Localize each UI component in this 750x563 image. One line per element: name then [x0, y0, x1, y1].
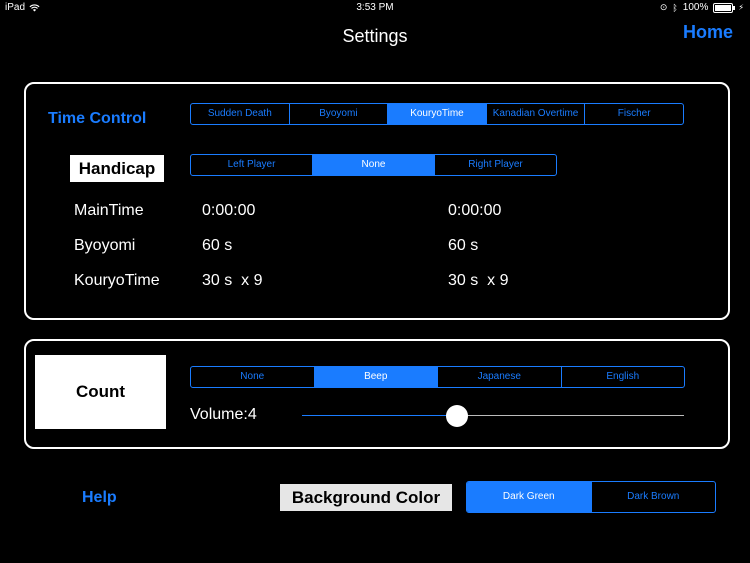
tc-option-kouryotime[interactable]: KouryoTime [387, 104, 486, 124]
handicap-option-left-player[interactable]: Left Player [191, 155, 312, 175]
count-segmented: None Beep Japanese English [190, 366, 685, 388]
tc-option-fischer[interactable]: Fischer [584, 104, 683, 124]
byoyomi-left-value[interactable]: 60 s [202, 237, 232, 255]
time-control-segmented: Sudden Death Byoyomi KouryoTime Kanadian… [190, 103, 684, 125]
kouryotime-left-value[interactable]: 30 s x 9 [202, 272, 262, 290]
kouryotime-right-value[interactable]: 30 s x 9 [448, 272, 508, 290]
handicap-segmented: Left Player None Right Player [190, 154, 557, 176]
byoyomi-label: Byoyomi [74, 237, 136, 254]
maintime-right-value[interactable]: 0:00:00 [448, 202, 501, 220]
volume-label: Volume:4 [190, 406, 257, 423]
volume-thumb[interactable] [446, 405, 468, 427]
time-control-label: Time Control [48, 110, 147, 127]
handicap-option-none[interactable]: None [312, 155, 434, 175]
lock-rotation-icon: ⊙ [659, 2, 668, 12]
handicap-label: Handicap [70, 155, 164, 182]
maintime-left-value[interactable]: 0:00:00 [202, 202, 255, 220]
bg-option-dark-brown[interactable]: Dark Brown [590, 482, 716, 512]
tc-option-byoyomi[interactable]: Byoyomi [288, 104, 388, 124]
tc-option-kanadian-overtime[interactable]: Kanadian Overtime [485, 104, 585, 124]
handicap-option-right-player[interactable]: Right Player [434, 155, 556, 175]
status-bar: iPad 3:53 PM ⊙ ᛒ 100% ⚡ [0, 0, 750, 16]
count-option-english[interactable]: English [560, 367, 685, 387]
count-label: Count [35, 355, 166, 429]
battery-icon [713, 2, 736, 13]
maintime-label: MainTime [74, 202, 144, 219]
count-option-none[interactable]: None [191, 367, 314, 387]
volume-slider[interactable] [302, 405, 684, 427]
help-button[interactable]: Help [82, 489, 117, 507]
count-option-japanese[interactable]: Japanese [437, 367, 561, 387]
bg-option-dark-green[interactable]: Dark Green [467, 482, 591, 512]
page-title: Settings [342, 26, 408, 46]
battery-percent: 100% [682, 2, 709, 13]
byoyomi-right-value[interactable]: 60 s [448, 237, 478, 255]
home-button[interactable]: Home [683, 22, 733, 43]
background-color-segmented: Dark Green Dark Brown [466, 481, 716, 513]
status-time: 3:53 PM [356, 2, 394, 13]
count-option-beep[interactable]: Beep [313, 367, 437, 387]
bluetooth-icon: ᛒ [672, 2, 678, 13]
volume-track-empty [457, 415, 684, 416]
tc-option-sudden-death[interactable]: Sudden Death [191, 104, 289, 124]
volume-track-filled [302, 415, 457, 416]
charging-icon: ⚡ [738, 3, 744, 12]
background-color-label: Background Color [280, 484, 452, 511]
kouryotime-label: KouryoTime [74, 272, 160, 289]
